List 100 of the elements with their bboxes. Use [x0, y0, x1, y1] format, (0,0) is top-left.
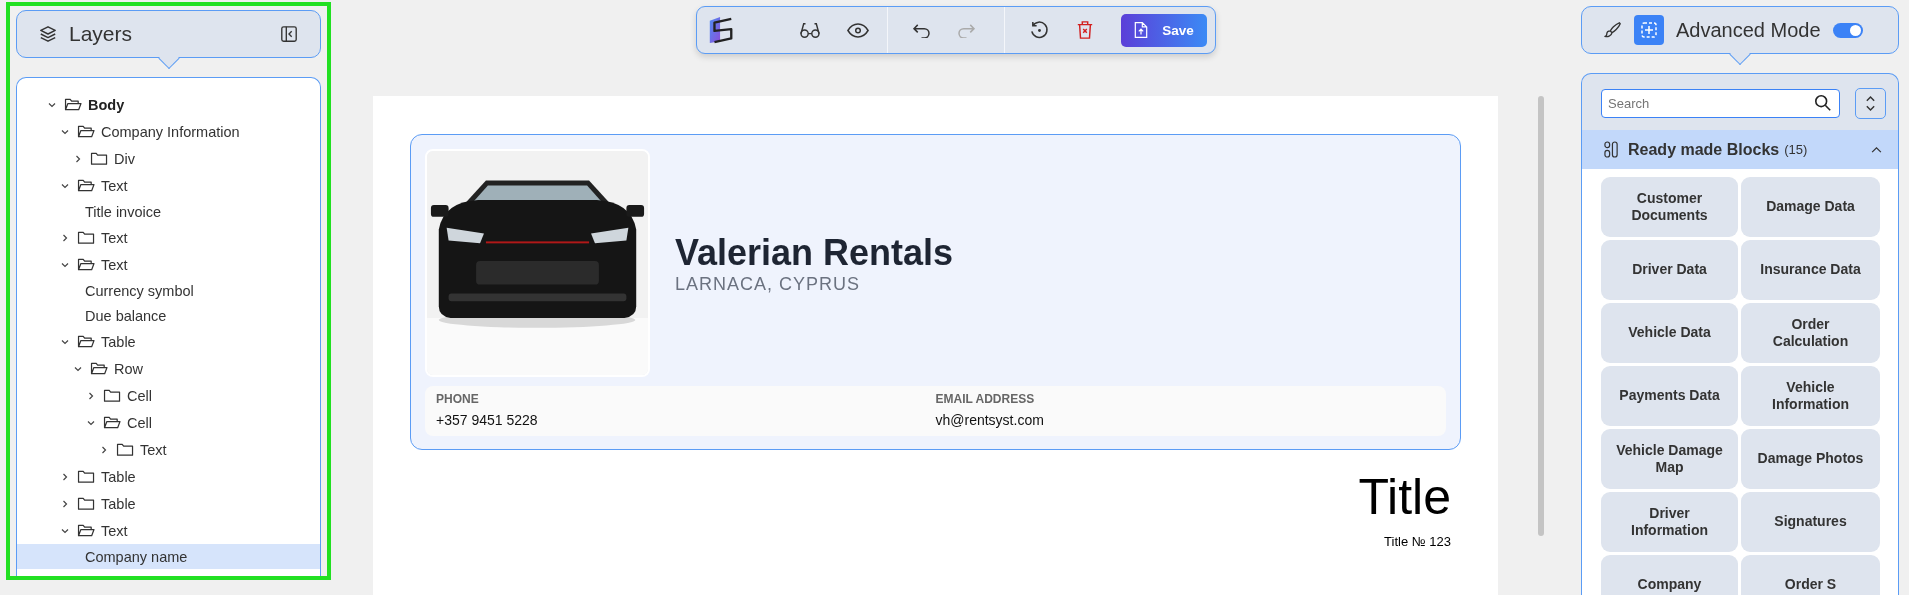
- tree-label: Company Information: [101, 123, 240, 140]
- block-tile[interactable]: Vehicle Information: [1741, 366, 1880, 426]
- folder-icon: [103, 388, 122, 403]
- tree-item[interactable]: Cell: [17, 409, 320, 436]
- tree-label: Row: [114, 360, 143, 377]
- section-count: (15): [1784, 142, 1808, 157]
- tree-item[interactable]: Div: [17, 145, 320, 172]
- block-tile[interactable]: Vehicle Data: [1601, 303, 1738, 363]
- folder-icon: [77, 230, 96, 245]
- tree-label: Currency symbol: [85, 282, 194, 299]
- block-tile[interactable]: Driver Information: [1601, 492, 1738, 552]
- open-folder-icon: [64, 97, 83, 112]
- history-icon[interactable]: [1029, 19, 1050, 41]
- tree-item[interactable]: Table: [17, 490, 320, 517]
- contact-label: PHONE: [436, 392, 480, 406]
- tree-label: Company name: [85, 548, 188, 565]
- contact-value: +357 9451 5228: [436, 412, 539, 428]
- tree-item[interactable]: Text: [17, 251, 320, 278]
- tree-item[interactable]: Due balance: [17, 303, 320, 328]
- tree-label: Cell: [127, 414, 152, 431]
- save-button[interactable]: Save: [1121, 13, 1207, 47]
- tree-label: Div: [114, 150, 135, 167]
- tree-item[interactable]: Company name: [17, 544, 320, 569]
- tree-item[interactable]: Text: [17, 172, 320, 199]
- company-name: Valerian Rentals: [675, 231, 954, 274]
- open-folder-icon: [77, 257, 96, 272]
- tree-label: Text: [101, 256, 128, 273]
- glasses-icon[interactable]: [799, 21, 821, 39]
- block-tile[interactable]: Order S: [1741, 555, 1880, 595]
- tree-item[interactable]: Table: [17, 328, 320, 355]
- tree-item[interactable]: Title invoice: [17, 199, 320, 224]
- chevron-up-icon: [1871, 146, 1882, 153]
- logo-icon: [707, 15, 735, 45]
- block-tile[interactable]: Insurance Data: [1741, 240, 1880, 300]
- tree-label: Table: [101, 495, 136, 512]
- tree-label: Table: [101, 468, 136, 485]
- block-tile[interactable]: Vehicle Damage Map: [1601, 429, 1738, 489]
- file-upload-icon: [1134, 21, 1149, 39]
- chevron-right-icon[interactable]: [60, 232, 70, 243]
- brush-icon[interactable]: [1604, 21, 1622, 39]
- tree-label: Text: [101, 229, 128, 246]
- eye-icon[interactable]: [847, 22, 869, 38]
- scrollbar-thumb[interactable]: [1538, 96, 1544, 536]
- block-tile[interactable]: Order Calculation: [1741, 303, 1880, 363]
- chevron-right-icon[interactable]: [60, 498, 70, 509]
- tree-item[interactable]: Table: [17, 463, 320, 490]
- contact-value: vh@rentsyst.com: [935, 412, 1045, 428]
- tree-label: Text: [101, 177, 128, 194]
- tree-label: Table: [101, 333, 136, 350]
- tree-label: Due balance: [85, 307, 167, 324]
- tree-item[interactable]: Text: [17, 517, 320, 544]
- tree-label: Title invoice: [85, 203, 162, 220]
- tree-item[interactable]: Row: [17, 355, 320, 382]
- tree-item[interactable]: Text: [17, 224, 320, 251]
- block-tile[interactable]: Driver Data: [1601, 240, 1738, 300]
- tree-label: Body: [88, 96, 125, 113]
- open-folder-icon: [103, 415, 122, 430]
- tree-item[interactable]: Cell: [17, 382, 320, 409]
- folder-icon: [116, 442, 135, 457]
- trash-icon[interactable]: [1076, 20, 1094, 40]
- block-tile[interactable]: Payments Data: [1601, 366, 1738, 426]
- document-number: Title № 123: [1384, 534, 1451, 549]
- tree-item[interactable]: Company Information: [17, 118, 320, 145]
- open-folder-icon: [77, 334, 96, 349]
- collapse-panel-icon[interactable]: [280, 25, 298, 43]
- block-tile[interactable]: Damage Photos: [1741, 429, 1880, 489]
- add-block-icon[interactable]: [1634, 15, 1664, 45]
- chevron-right-icon[interactable]: [99, 444, 109, 455]
- tree-item[interactable]: Body: [17, 91, 320, 118]
- tree-label: Text: [101, 522, 128, 539]
- open-folder-icon: [77, 178, 96, 193]
- section-header[interactable]: Ready made Blocks (15): [1582, 130, 1898, 169]
- folder-icon: [90, 151, 109, 166]
- section-title: Ready made Blocks: [1628, 140, 1780, 159]
- search-icon: [1814, 94, 1832, 112]
- tree-item[interactable]: Text: [17, 436, 320, 463]
- panel-title: Layers: [69, 22, 133, 46]
- sort-button[interactable]: [1855, 88, 1886, 119]
- contact-label: EMAIL ADDRESS: [935, 392, 1036, 406]
- chevron-right-icon[interactable]: [86, 390, 96, 401]
- layers-icon: [39, 25, 57, 43]
- folder-icon: [77, 469, 96, 484]
- undo-icon[interactable]: [912, 22, 931, 38]
- mode-toggle[interactable]: [1832, 22, 1863, 38]
- chevron-right-icon[interactable]: [73, 153, 83, 164]
- open-folder-icon: [77, 124, 96, 139]
- block-tile[interactable]: Company: [1601, 555, 1738, 595]
- open-folder-icon: [77, 523, 96, 538]
- block-tile[interactable]: Customer Documents: [1601, 177, 1738, 237]
- company-location: LARNACA, CYPRUS: [675, 273, 862, 295]
- block-tile[interactable]: Signatures: [1741, 492, 1880, 552]
- search-field[interactable]: Search: [1601, 89, 1840, 118]
- open-folder-icon: [90, 361, 109, 376]
- mode-label: Advanced Mode: [1676, 18, 1821, 42]
- tree-label: Cell: [127, 387, 152, 404]
- chevron-right-icon[interactable]: [60, 471, 70, 482]
- up-down-icon: [1865, 95, 1876, 112]
- tree-item[interactable]: Currency symbol: [17, 278, 320, 303]
- block-tile[interactable]: Damage Data: [1741, 177, 1880, 237]
- document-title: Title: [1358, 468, 1451, 526]
